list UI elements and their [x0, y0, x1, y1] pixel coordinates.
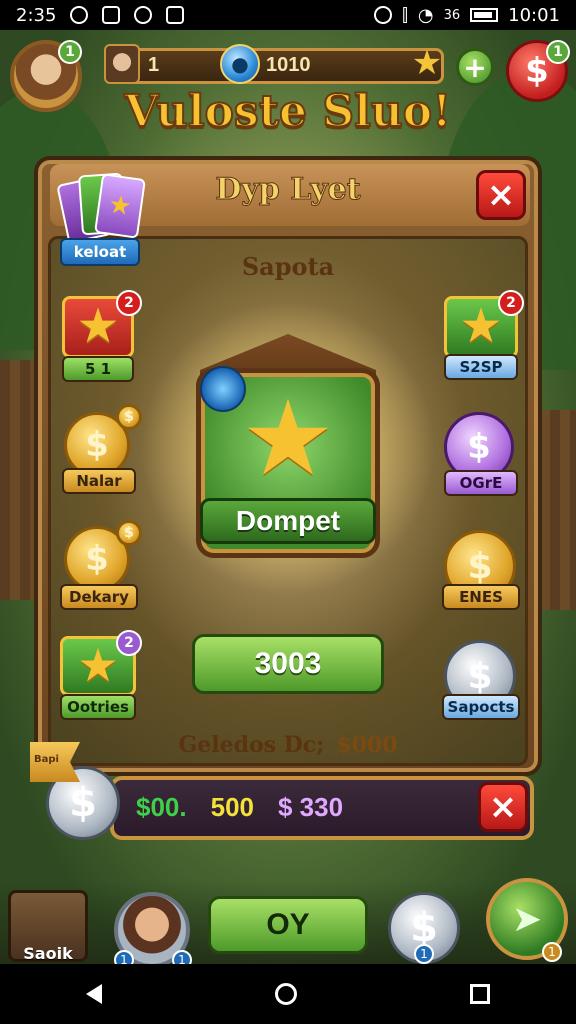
status-clock: 10:01 — [508, 4, 560, 26]
card-star: ★ — [94, 173, 146, 239]
left-item-1-badge: 2 — [116, 290, 142, 316]
player-face-icon — [104, 44, 140, 84]
ok-button[interactable]: OY — [208, 896, 368, 954]
left-item-1-label: 5 1 — [62, 356, 134, 382]
balance-values: $00. 500 $ 330 — [136, 792, 367, 823]
footer-line: Geledos Dc; $000 — [0, 732, 576, 758]
reward-label: Dompet — [200, 498, 376, 544]
footer-text: Geledos Dc; — [178, 732, 325, 758]
shop-badge: 1 — [546, 40, 570, 64]
card-deck[interactable]: ★ — [56, 172, 146, 244]
right-item-1-label: S2SP — [444, 354, 518, 380]
inventory-label: Saoik — [23, 944, 73, 963]
left-item-4-badge: 2 — [116, 630, 142, 656]
footer-value: $000 — [336, 732, 398, 758]
recent-apps-icon[interactable] — [469, 984, 490, 1004]
left-item-3-small-coin-icon: $ — [116, 520, 142, 546]
close-panel-button[interactable]: × — [476, 170, 526, 220]
status-bar: 2:35 ⫿ ◔ 36 10:01 — [0, 0, 576, 30]
game-title: Vuloste Sluo! — [124, 85, 453, 138]
blue-rose-icon — [200, 366, 246, 412]
play-badge: 1 — [542, 942, 562, 962]
android-navigation-bar — [0, 964, 576, 1024]
level-value: 1 — [148, 54, 160, 76]
left-item-2-label: Nalar — [62, 468, 136, 494]
home-icon[interactable] — [274, 983, 297, 1005]
settings-status-icon — [374, 6, 393, 24]
balance-green: $00. — [136, 792, 187, 822]
deck-label[interactable]: keloat — [60, 238, 140, 266]
left-item-3-label: Dekary — [60, 584, 138, 610]
wifi-icon: ◔ — [417, 4, 434, 26]
status-time: 2:35 — [16, 4, 57, 26]
right-item-3-label: ENES — [442, 584, 520, 610]
right-item-1-badge: 2 — [498, 290, 524, 316]
left-item-4-label: Ootries — [60, 694, 136, 720]
avatar-badge: 1 — [58, 40, 82, 64]
gems-value: 1010 — [266, 54, 311, 76]
balance-purple: $ 330 — [278, 792, 344, 822]
right-item-4-label: Sapocts — [442, 694, 520, 720]
app-notification-icon — [102, 6, 121, 24]
circle-notification-icon — [134, 6, 153, 24]
close-balance-button[interactable]: × — [478, 782, 528, 832]
add-currency-button[interactable]: + — [456, 48, 494, 86]
left-item-2-small-coin-icon: $ — [116, 404, 142, 430]
gallery-notification-icon — [166, 6, 185, 24]
battery-icon — [470, 8, 499, 22]
alarm-icon — [70, 6, 89, 24]
balance-yellow: 500 — [210, 792, 254, 822]
coin-shop-badge: 1 — [414, 944, 434, 964]
back-icon[interactable] — [86, 984, 103, 1004]
star-icon: ★ — [411, 43, 443, 83]
vibrate-icon: ⫿ — [402, 4, 408, 26]
gem-icon: ● — [220, 44, 260, 84]
reward-star-icon: ★ — [241, 377, 335, 499]
claim-button[interactable]: 3003 — [192, 634, 384, 694]
right-item-2-label: OGrE — [444, 470, 518, 496]
signal-text: 36 — [443, 7, 461, 23]
